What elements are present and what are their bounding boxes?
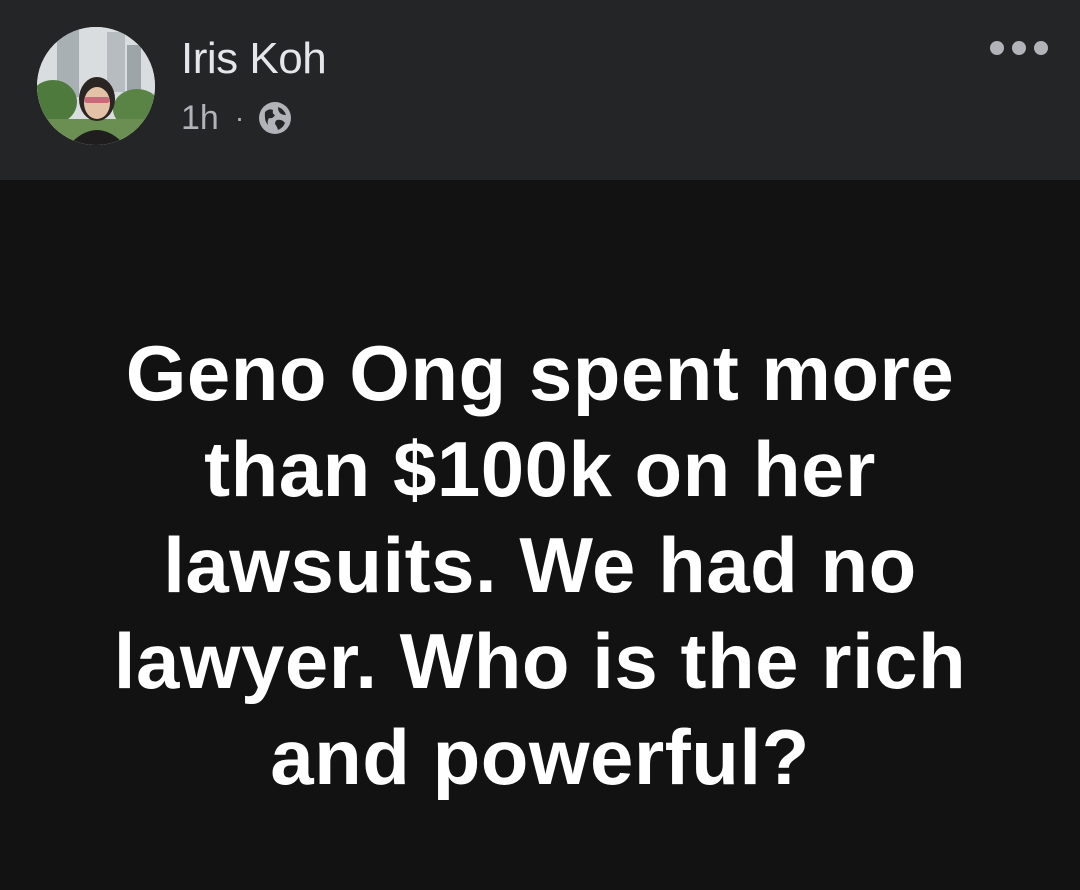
author-name[interactable]: Iris Koh — [181, 34, 327, 84]
avatar-photo — [37, 27, 155, 145]
post-meta: 1h · — [181, 98, 292, 138]
globe-icon — [258, 101, 292, 135]
author-avatar[interactable] — [37, 27, 155, 145]
more-options-icon[interactable] — [990, 38, 1048, 58]
post-background: Geno Ong spent more than $100k on her la… — [0, 180, 1080, 890]
meta-separator: · — [234, 102, 245, 133]
post-text: Geno Ong spent more than $100k on her la… — [113, 329, 967, 801]
post-timestamp[interactable]: 1h — [181, 99, 219, 138]
post-header: Iris Koh 1h · — [0, 0, 1080, 180]
